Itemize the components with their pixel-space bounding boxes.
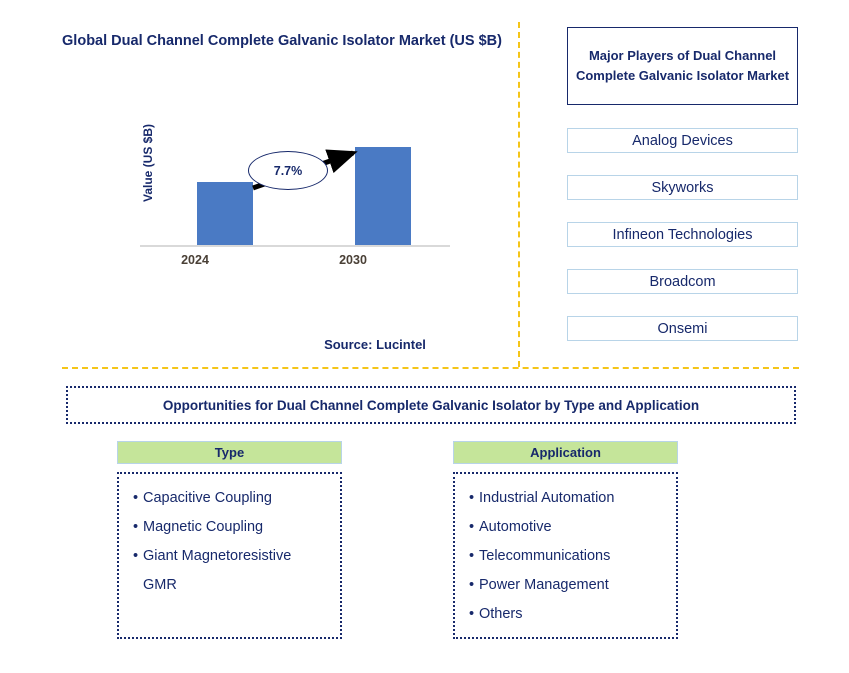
chart-title: Global Dual Channel Complete Galvanic Is… (62, 33, 502, 49)
application-list: • Industrial Automation • Automotive • Teleco… (469, 484, 664, 629)
list-item-label: Magnetic Coupling (143, 519, 264, 535)
player-item-onsemi[interactable]: Onsemi (567, 316, 798, 341)
list-item: • Power Management (469, 571, 664, 600)
bullet-icon: • (469, 519, 475, 535)
list-item-label: Others (479, 606, 523, 622)
application-column-body: • Industrial Automation • Automotive • Teleco… (453, 472, 678, 639)
bullet-icon: • (133, 548, 139, 564)
type-column-body: • Capacitive Coupling • Magnetic Coupling • G… (117, 472, 342, 639)
player-item-analog-devices[interactable]: Analog Devices (567, 128, 798, 153)
opportunities-banner: Opportunities for Dual Channel Complete … (66, 386, 796, 424)
list-item: • Telecommunications (469, 542, 664, 571)
type-list: • Capacitive Coupling • Magnetic Coupling • G… (133, 484, 328, 600)
infographic-page: Global Dual Channel Complete Galvanic Is… (0, 0, 849, 673)
list-item-label: GMR (143, 577, 177, 593)
bullet-icon: • (469, 606, 475, 622)
x-axis-line (140, 245, 450, 247)
bullet-icon: • (133, 519, 139, 535)
player-item-broadcom[interactable]: Broadcom (567, 269, 798, 294)
list-item-label: Capacitive Coupling (143, 490, 272, 506)
major-players-header: Major Players of Dual Channel Complete G… (567, 27, 798, 105)
list-item: • Giant Magnetoresistive (133, 542, 328, 571)
list-item-label: Telecommunications (479, 548, 611, 564)
bullet-icon: • (469, 490, 475, 506)
list-item: • Industrial Automation (469, 484, 664, 513)
source-label: Source: Lucintel (324, 337, 426, 352)
application-column-header: Application (453, 441, 678, 464)
list-item-label: Giant Magnetoresistive (143, 548, 292, 564)
list-item-label: Industrial Automation (479, 490, 615, 506)
list-item: • Capacitive Coupling (133, 484, 328, 513)
list-item-label: Power Management (479, 577, 609, 593)
player-item-skyworks[interactable]: Skyworks (567, 175, 798, 200)
bullet-icon: • (469, 577, 475, 593)
bar-chart: Value (US $B) 7.7% 2024 2030 (110, 124, 450, 280)
list-item-label: Automotive (479, 519, 552, 535)
vertical-divider (518, 22, 520, 367)
x-tick-label-2030: 2030 (339, 253, 367, 267)
bullet-icon: • (133, 490, 139, 506)
list-item: • Magnetic Coupling (133, 513, 328, 542)
x-tick-label-2024: 2024 (181, 253, 209, 267)
cagr-value: 7.7% (273, 163, 303, 178)
list-item: • Others (469, 600, 664, 629)
bar-2030 (355, 147, 411, 245)
bar-2024 (197, 182, 253, 245)
horizontal-divider (62, 367, 799, 369)
list-item: •GMR (133, 571, 328, 600)
cagr-callout: 7.7% (248, 151, 328, 190)
bullet-icon: • (469, 548, 475, 564)
player-item-infineon-technologies[interactable]: Infineon Technologies (567, 222, 798, 247)
type-column-header: Type (117, 441, 342, 464)
list-item: • Automotive (469, 513, 664, 542)
